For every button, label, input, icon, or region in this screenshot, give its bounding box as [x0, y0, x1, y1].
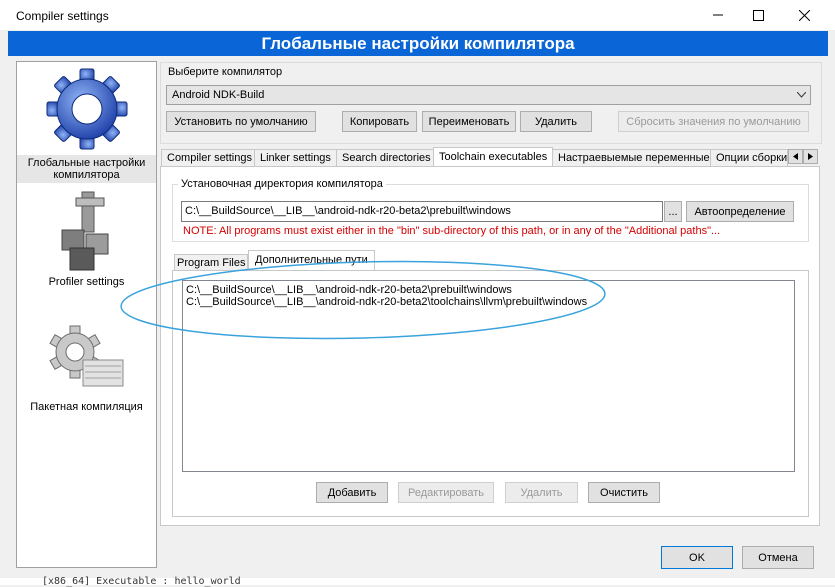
batch-build-icon: [48, 325, 123, 387]
rename-button[interactable]: Переименовать: [422, 111, 516, 132]
compiler-dropdown[interactable]: Android NDK-Build: [166, 85, 811, 105]
arrow-right-icon: [808, 153, 813, 160]
page-header: Глобальные настройки компилятора: [8, 31, 828, 56]
highlight-ellipse-annotation: [120, 260, 606, 340]
tab-linker-settings[interactable]: Linker settings: [254, 149, 337, 166]
maximize-button[interactable]: [735, 0, 781, 30]
tab-scroll-right-button[interactable]: [803, 149, 818, 164]
window-title: Compiler settings: [16, 9, 109, 23]
copy-button[interactable]: Копировать: [342, 111, 417, 132]
minimize-icon: [713, 14, 723, 16]
cancel-button[interactable]: Отмена: [742, 546, 814, 569]
tab-scroll-controls: [788, 149, 818, 164]
tab-scroll-left-button[interactable]: [788, 149, 803, 164]
clear-paths-button[interactable]: Очистить: [588, 482, 660, 503]
tab-toolchain-executables[interactable]: Toolchain executables: [433, 147, 554, 168]
arrow-left-icon: [793, 153, 798, 160]
sidebar-item-label: Пакетная компиляция: [30, 401, 143, 413]
delete-compiler-button[interactable]: Удалить: [520, 111, 592, 132]
set-default-button[interactable]: Установить по умолчанию: [166, 111, 316, 132]
profiler-icon: [61, 191, 108, 271]
autodetect-button[interactable]: Автоопределение: [686, 201, 794, 222]
maximize-icon: [752, 9, 764, 21]
reset-defaults-button[interactable]: Сбросить значения по умолчанию: [618, 111, 809, 132]
compiler-selected-value: Android NDK-Build: [172, 89, 265, 101]
install-dir-label: Установочная директория компилятора: [178, 178, 386, 190]
header-title: Глобальные настройки компилятора: [261, 33, 575, 53]
sidebar-item-label: Глобальные настройки компилятора: [17, 155, 156, 183]
close-icon: [798, 9, 810, 21]
compiler-group-label: Выберите компилятор: [168, 66, 283, 78]
sidebar-item-global-settings[interactable]: Глобальные настройки компилятора: [17, 66, 156, 183]
browse-button[interactable]: ...: [664, 201, 682, 222]
ok-button[interactable]: OK: [661, 546, 733, 569]
dialog-footer: OK Отмена: [8, 538, 828, 577]
install-dir-input[interactable]: C:\__BuildSource\__LIB__\android-ndk-r20…: [181, 201, 663, 222]
note-text: NOTE: All programs must exist either in …: [183, 225, 721, 237]
add-path-button[interactable]: Добавить: [316, 482, 388, 503]
delete-path-button[interactable]: Удалить: [505, 482, 578, 503]
console-fragment: [x86_64] Executable : hello_world: [0, 577, 835, 587]
tab-build-options[interactable]: Опции сборки: [710, 149, 788, 166]
tab-search-directories[interactable]: Search directories: [336, 149, 437, 166]
edit-path-button[interactable]: Редактировать: [398, 482, 494, 503]
gear-icon: [46, 68, 127, 150]
title-bar: Compiler settings: [0, 0, 835, 30]
tab-custom-variables[interactable]: Настраевыемые переменные: [552, 149, 716, 166]
tab-compiler-settings[interactable]: Compiler settings: [161, 149, 258, 166]
chevron-down-icon: [797, 92, 806, 98]
close-button[interactable]: [781, 0, 827, 30]
